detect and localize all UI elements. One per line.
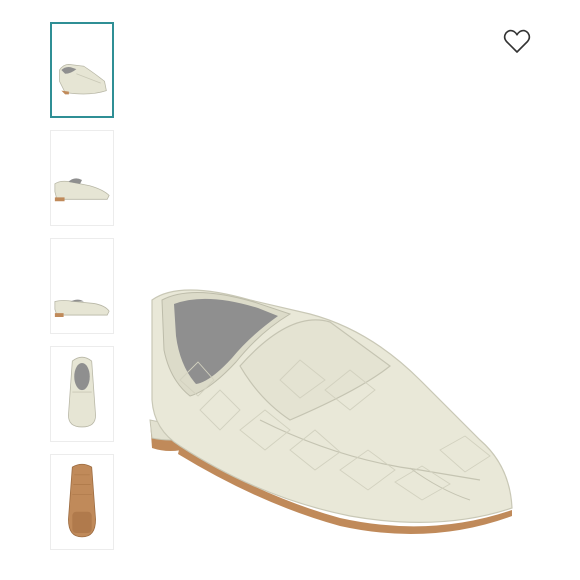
loafer-three-quarter-thumb-image (59, 63, 107, 95)
favorite-button[interactable] (503, 28, 531, 54)
thumbnail-side-low[interactable] (50, 238, 114, 334)
loafer-side-low-thumb-image (54, 299, 110, 317)
loafer-main-image (149, 289, 513, 534)
heart-outline-icon (503, 29, 531, 53)
thumbnail-three-quarter[interactable] (50, 22, 114, 118)
loafer-top-thumb-image (68, 356, 96, 428)
main-product-image (140, 270, 520, 570)
loafer-side-thumb-image (54, 178, 110, 202)
thumbnail-side[interactable] (50, 130, 114, 226)
thumbnail-sole[interactable] (50, 454, 114, 550)
loafer-sole-thumb-image (68, 463, 96, 538)
thumbnail-top[interactable] (50, 346, 114, 442)
